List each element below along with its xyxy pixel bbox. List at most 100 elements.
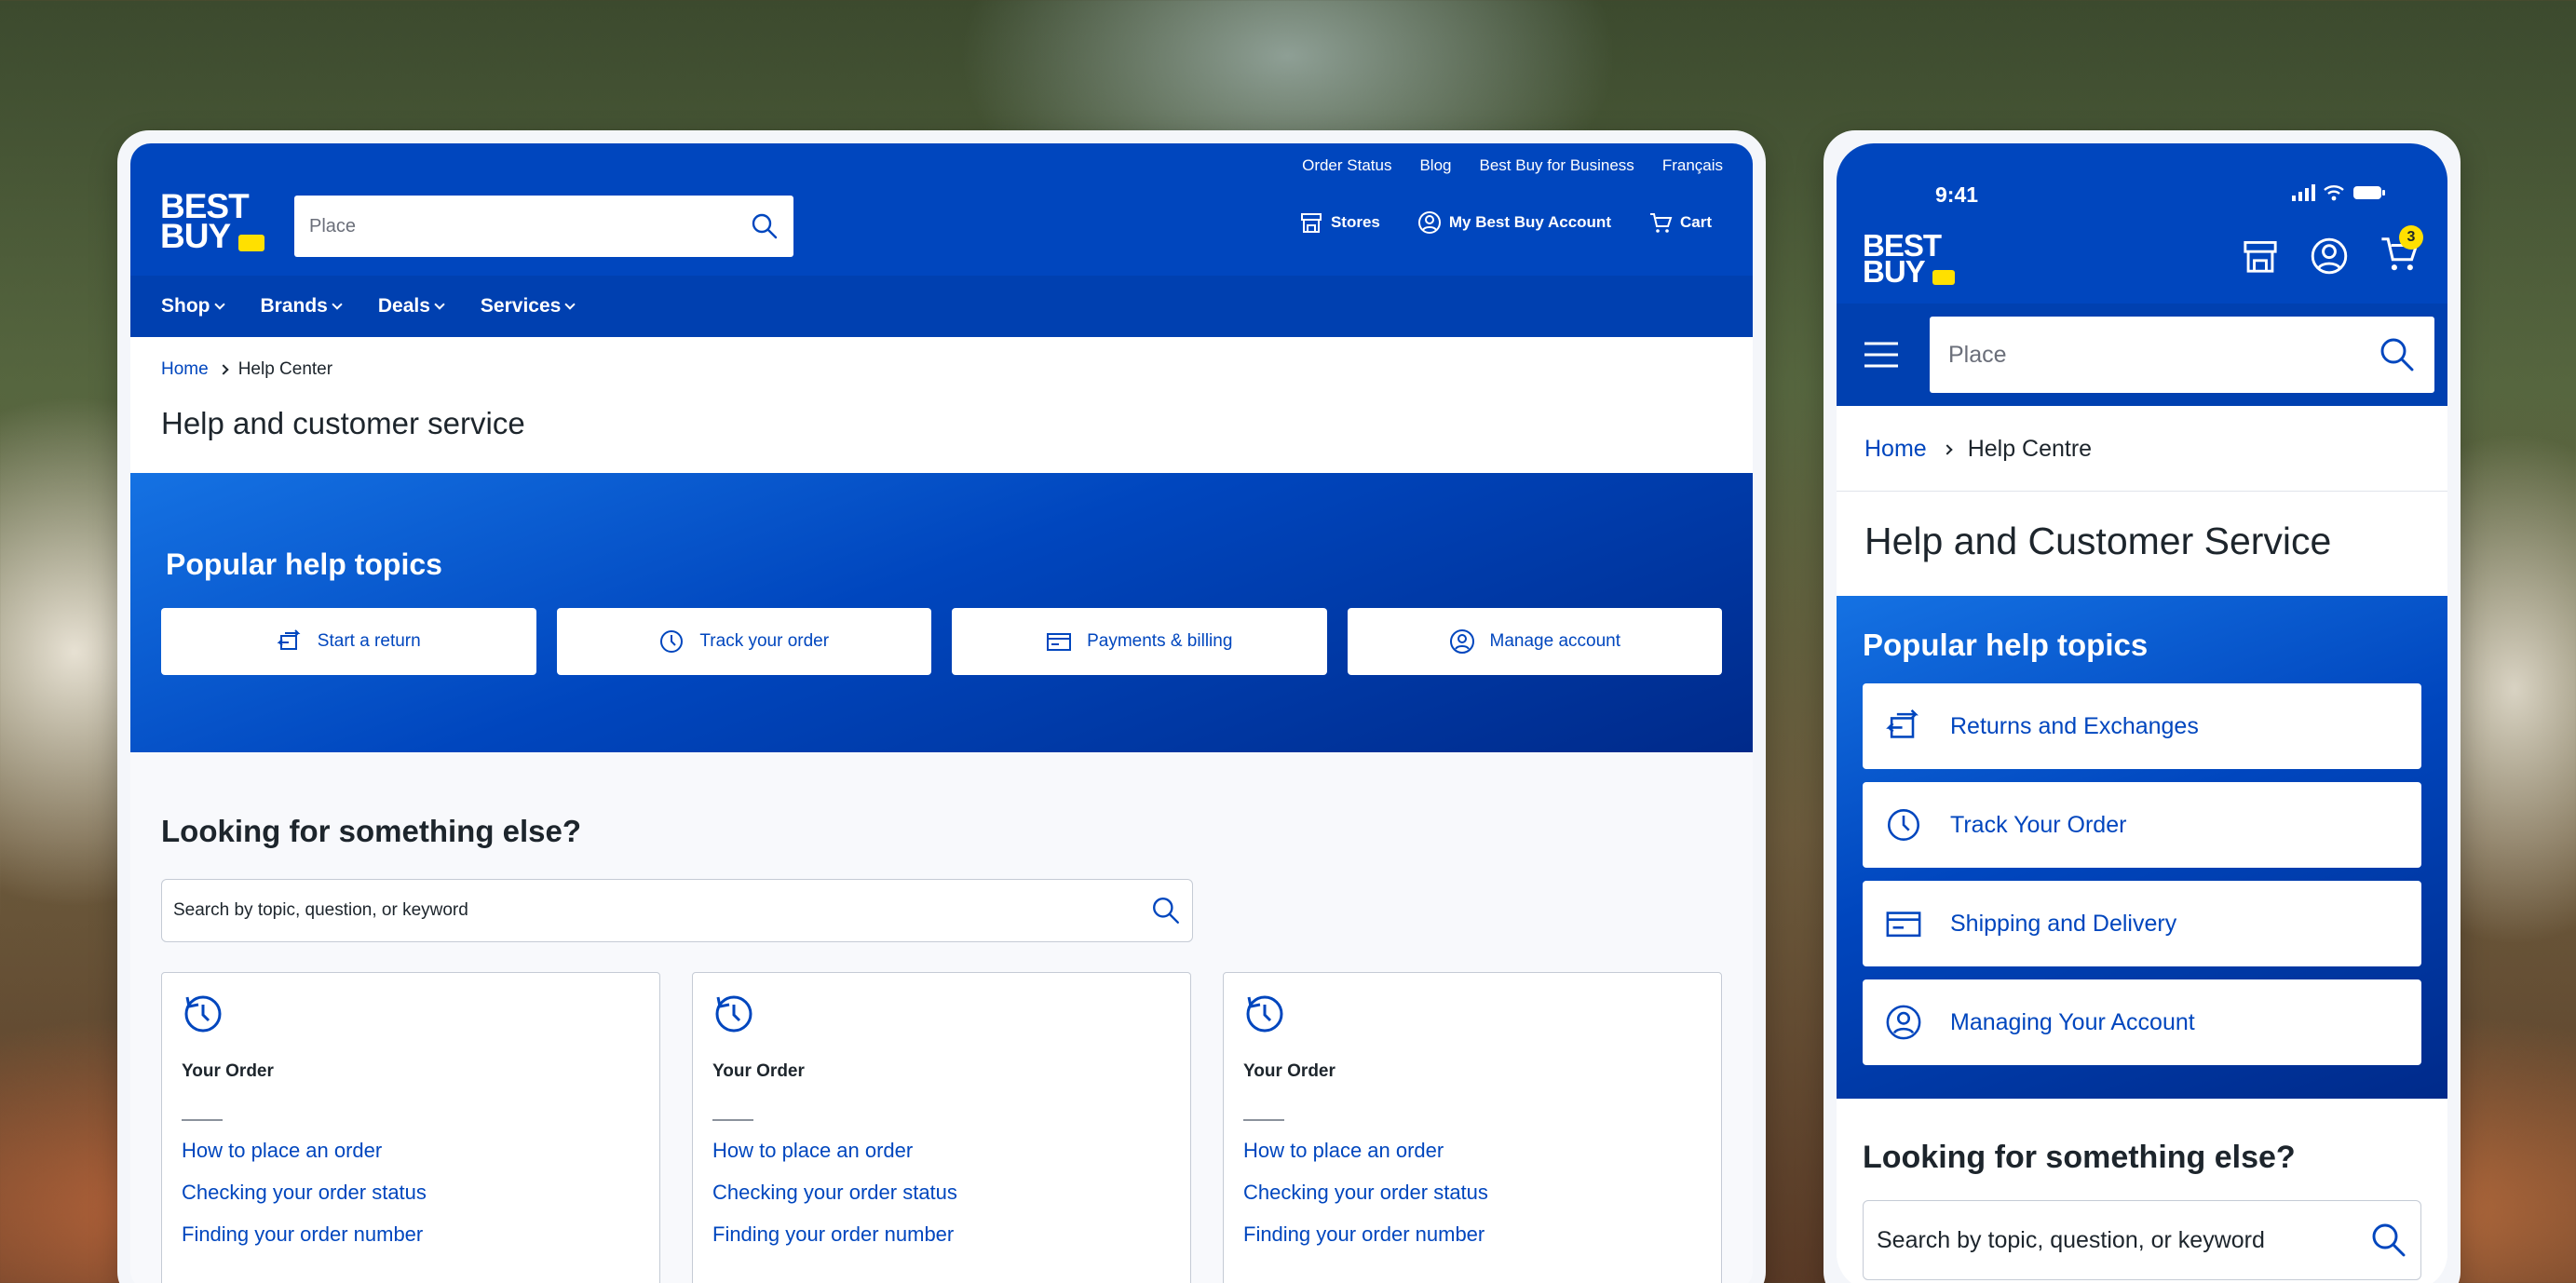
breadcrumb-current: Help Center [237, 359, 333, 379]
store-icon[interactable] [2241, 236, 2280, 276]
popular-topics-title: Popular help topics [166, 547, 442, 581]
stores-label: Stores [1330, 213, 1380, 231]
return-icon [1886, 709, 1918, 738]
card-link[interactable]: Checking your order status [712, 1181, 1171, 1205]
chevron-right-icon [1942, 443, 1953, 455]
popular-topics-list: Returns and Exchanges Track Your Order S… [1863, 683, 2421, 1065]
user-icon [1417, 211, 1441, 234]
nav-services-label: Services [480, 295, 562, 317]
help-card: Your Order How to place an order Checkin… [161, 972, 660, 1283]
divider [182, 1119, 223, 1121]
nav-shop[interactable]: Shop [161, 295, 225, 317]
desktop-header: Order Status Blog Best Buy for Business … [130, 143, 1753, 276]
card-link[interactable]: Finding your order number [182, 1222, 640, 1247]
business-link[interactable]: Best Buy for Business [1480, 156, 1634, 175]
best-buy-logo[interactable]: BEST BUY [160, 189, 264, 253]
card-link[interactable]: Finding your order number [1243, 1222, 1702, 1247]
user-icon [1886, 1005, 1921, 1040]
stores-button[interactable]: Stores [1299, 210, 1380, 235]
order-status-link[interactable]: Order Status [1302, 156, 1391, 175]
account-button[interactable]: My Best Buy Account [1417, 210, 1611, 235]
topic-managing-account[interactable]: Managing Your Account [1863, 979, 2421, 1065]
hamburger-menu-icon[interactable] [1863, 340, 1900, 370]
mobile-header-icons: 3 [2241, 225, 2423, 278]
chevron-down-icon [434, 298, 445, 310]
header-search-input[interactable]: Place [294, 196, 793, 257]
topic-search-placeholder: Search by topic, question, or keyword [173, 900, 468, 920]
desktop-device-frame: Order Status Blog Best Buy for Business … [117, 130, 1766, 1283]
title-area: Home Help Center Help and customer servi… [130, 337, 1753, 473]
topic-shipping-delivery[interactable]: Shipping and Delivery [1863, 881, 2421, 966]
store-icon [1300, 213, 1322, 233]
looking-section: Looking for something else? Search by to… [1837, 1099, 2447, 1283]
topic-search-input[interactable]: Search by topic, question, or keyword [1863, 1200, 2421, 1280]
card-icon [1047, 633, 1072, 651]
header-actions: Stores My Best Buy Account Cart [1299, 210, 1712, 235]
desktop-screen: Order Status Blog Best Buy for Business … [130, 143, 1753, 1283]
topic-track-order[interactable]: Track Your Order [1863, 782, 2421, 868]
breadcrumb: Home Help Center [161, 359, 1722, 380]
search-icon[interactable] [1151, 896, 1181, 925]
chevron-down-icon [213, 298, 225, 310]
nav-shop-label: Shop [161, 295, 210, 317]
card-link[interactable]: Checking your order status [1243, 1181, 1702, 1205]
search-icon[interactable] [751, 212, 779, 240]
language-link[interactable]: Français [1662, 156, 1723, 175]
wifi-icon [2324, 185, 2344, 201]
page-title: Help and customer service [161, 406, 525, 440]
mobile-header: 9:41 BEST BUY 3 [1837, 143, 2447, 304]
looking-title: Looking for something else? [161, 814, 582, 848]
clock-history-icon [184, 995, 222, 1033]
cart-icon [1649, 213, 1673, 233]
topic-track-order[interactable]: Track your order [556, 608, 931, 675]
card-link[interactable]: Finding your order number [712, 1222, 1171, 1247]
mobile-search-input[interactable]: Place [1930, 317, 2434, 393]
topic-returns-exchanges[interactable]: Returns and Exchanges [1863, 683, 2421, 769]
status-time: 9:41 [1935, 182, 1979, 207]
nav-services[interactable]: Services [480, 295, 576, 317]
best-buy-logo[interactable]: BEST BUY [1863, 230, 1955, 288]
card-link[interactable]: How to place an order [712, 1139, 1171, 1163]
cart-button[interactable]: Cart [1648, 210, 1712, 235]
chevron-down-icon [332, 298, 343, 310]
user-icon [1449, 629, 1474, 654]
looking-title: Looking for something else? [1863, 1140, 2296, 1175]
card-link[interactable]: Checking your order status [182, 1181, 640, 1205]
signal-icon [2292, 184, 2315, 201]
breadcrumb-home[interactable]: Home [161, 359, 209, 380]
help-card: Your Order How to place an order Checkin… [692, 972, 1191, 1283]
topic-label: Start a return [317, 631, 421, 651]
topic-label: Managing Your Account [1950, 1008, 2195, 1035]
search-icon[interactable] [2370, 1222, 2407, 1259]
nav-deals[interactable]: Deals [378, 295, 445, 317]
blog-link[interactable]: Blog [1419, 156, 1451, 175]
logo-tag [1932, 270, 1955, 285]
account-icon[interactable] [2310, 236, 2349, 276]
clock-history-icon [715, 995, 752, 1033]
account-label: My Best Buy Account [1448, 213, 1611, 231]
breadcrumb-current: Help Centre [1967, 436, 2093, 462]
card-title: Your Order [182, 1061, 274, 1081]
nav-brands[interactable]: Brands [260, 295, 343, 317]
breadcrumb-home[interactable]: Home [1864, 436, 1927, 463]
breadcrumb: Home Help Centre [1864, 436, 2420, 463]
mobile-search-bar: Place [1837, 304, 2447, 406]
topic-label: Track your order [699, 631, 830, 651]
topic-label: Returns and Exchanges [1950, 712, 2199, 739]
popular-topics-section: Popular help topics Start a return Track… [130, 473, 1753, 752]
mobile-breadcrumb-area: Home Help Centre [1837, 406, 2447, 492]
topic-manage-account[interactable]: Manage account [1347, 608, 1722, 675]
topic-payments-billing[interactable]: Payments & billing [952, 608, 1327, 675]
logo-tag [238, 235, 264, 251]
card-link[interactable]: How to place an order [182, 1139, 640, 1163]
topic-search-input[interactable]: Search by topic, question, or keyword [161, 879, 1193, 942]
divider [712, 1119, 753, 1121]
cart-button[interactable]: 3 [2379, 225, 2423, 278]
card-link[interactable]: How to place an order [1243, 1139, 1702, 1163]
search-icon[interactable] [2379, 336, 2416, 373]
battery-icon [2353, 186, 2385, 199]
topic-start-return[interactable]: Start a return [161, 608, 536, 675]
card-title: Your Order [1243, 1061, 1335, 1081]
return-icon [277, 629, 301, 650]
nav-brands-label: Brands [260, 295, 328, 317]
